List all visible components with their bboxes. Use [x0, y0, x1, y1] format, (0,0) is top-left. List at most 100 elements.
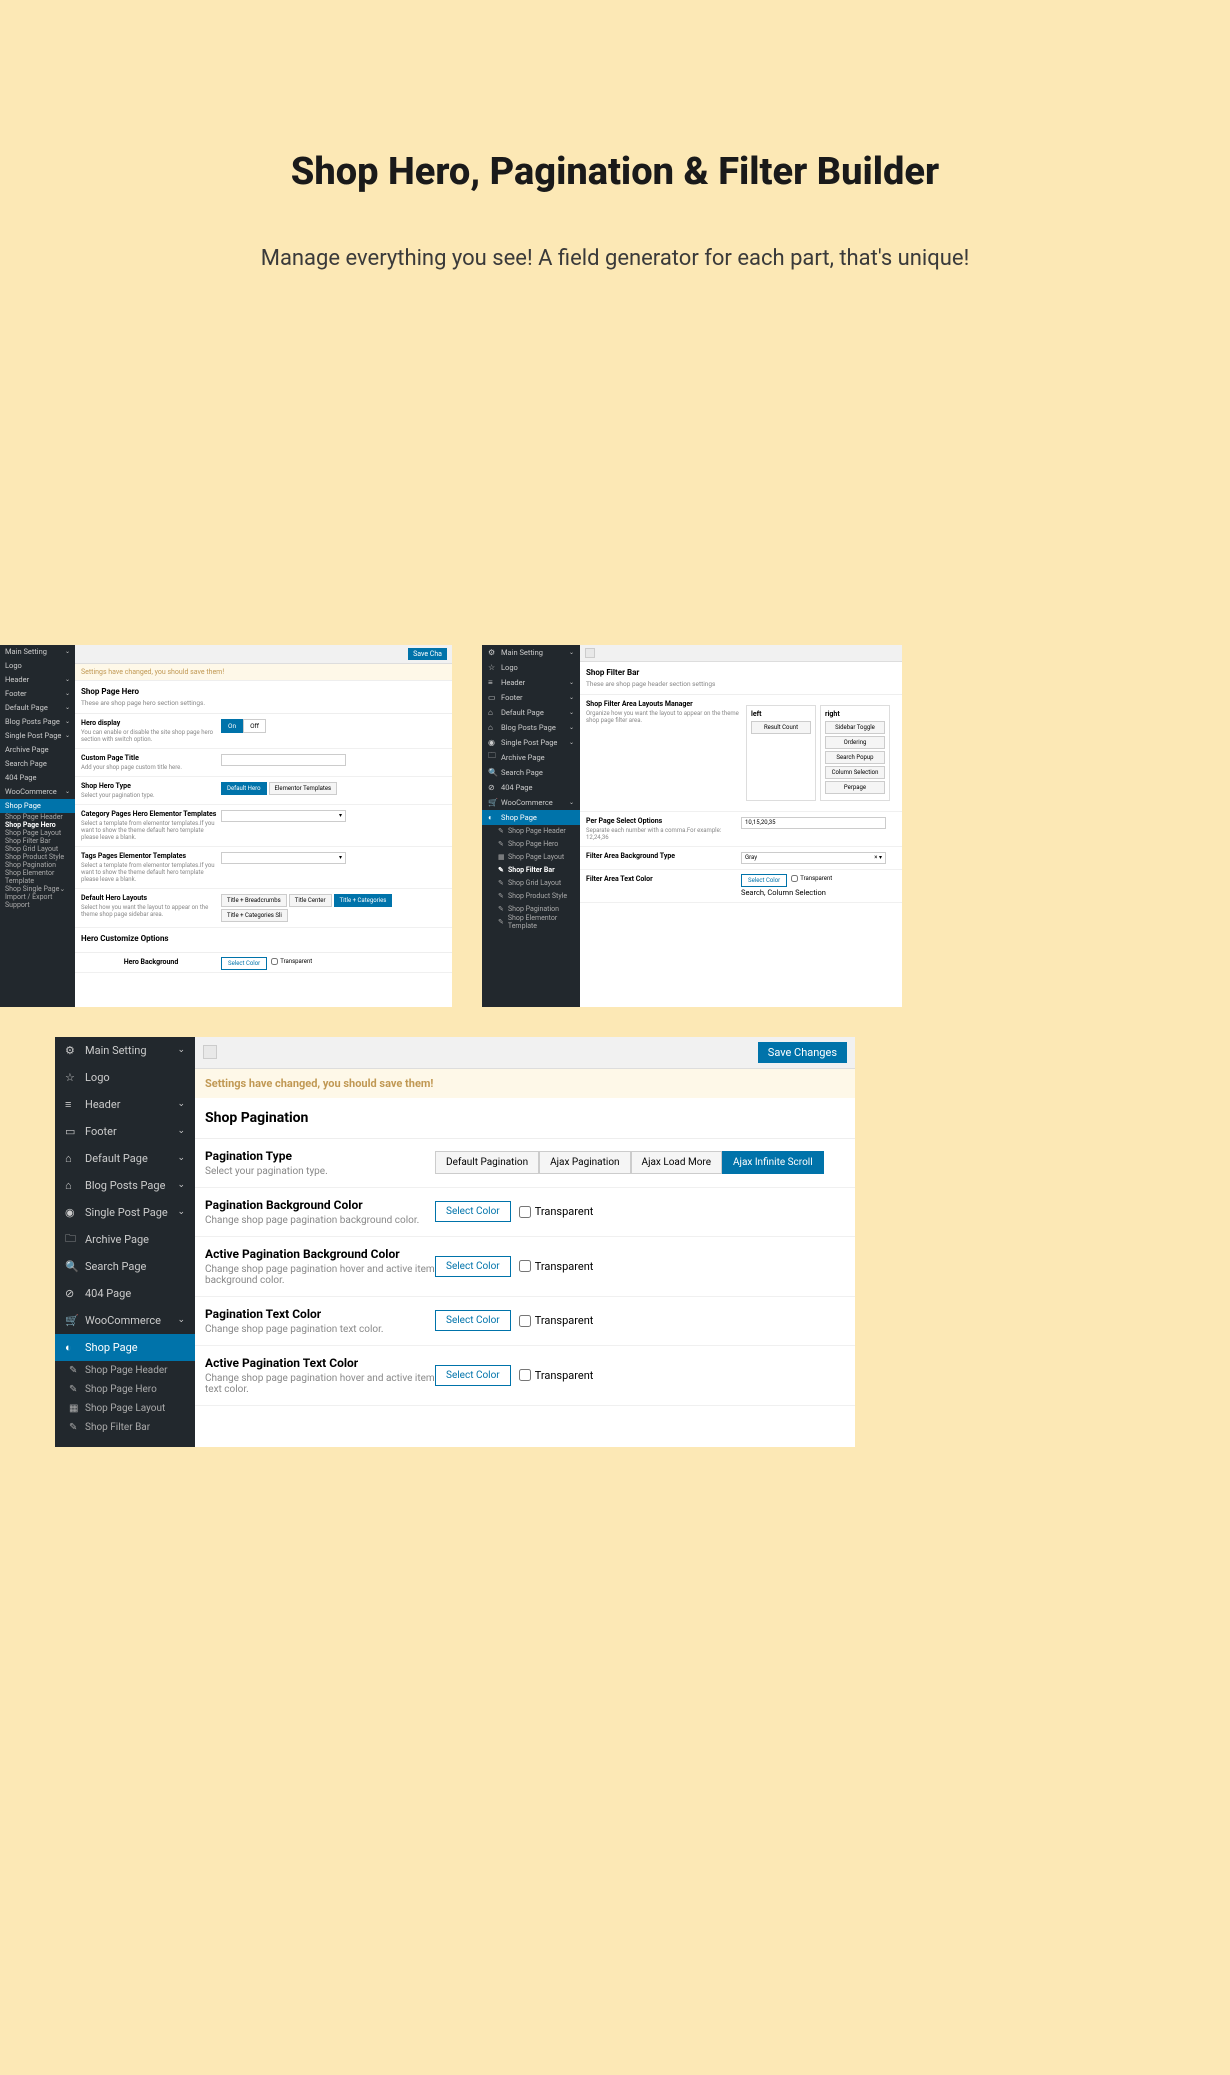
select-color-button[interactable]: Select Color — [435, 1201, 511, 1222]
section-title: Shop Filter Bar — [586, 668, 896, 677]
sidebar-item-blog-posts-page[interactable]: ⌂Blog Posts Page⌄ — [482, 720, 580, 735]
sidebar-item-logo[interactable]: ☆Logo — [55, 1064, 195, 1091]
sidebar-sub-shop-grid-layout[interactable]: ✎Shop Grid Layout — [482, 877, 580, 890]
sidebar-item-archive-page[interactable]: 🗀Archive Page — [55, 1226, 195, 1253]
chevron-down-icon: ⌄ — [569, 799, 574, 806]
transparent-checkbox[interactable] — [519, 1369, 531, 1381]
sidebar-item-footer[interactable]: ▭Footer⌄ — [55, 1118, 195, 1145]
sidebar-item-blog-posts-page[interactable]: ⌂Blog Posts Page⌄ — [55, 1172, 195, 1199]
sidebar-item-single-post-page[interactable]: ◉Single Post Page⌄ — [55, 1199, 195, 1226]
sidebar-item-shop-page[interactable]: ◐Shop Page — [482, 810, 580, 825]
sidebar-item-single-post-page[interactable]: Single Post Page⌄ — [0, 729, 75, 743]
sidebar-item-header[interactable]: Header⌄ — [0, 673, 75, 687]
sidebar-sub-label: Support — [5, 901, 30, 909]
sidebar-item-footer[interactable]: Footer⌄ — [0, 687, 75, 701]
sidebar-label: 404 Page — [501, 783, 574, 792]
sidebar-item-default-page[interactable]: ⌂Default Page⌄ — [55, 1145, 195, 1172]
hero-layout-tabs[interactable]: Title + BreadcrumbsTitle CenterTitle + C… — [221, 894, 446, 922]
sidebar-sub-shop-page-hero[interactable]: ✎Shop Page Hero — [482, 838, 580, 851]
sidebar-item-default-page[interactable]: ⌂Default Page⌄ — [482, 705, 580, 720]
sidebar-sub-shop-page-layout[interactable]: ▦Shop Page Layout — [482, 851, 580, 864]
select-color-button[interactable]: Select Color — [435, 1310, 511, 1331]
sidebar-item-footer[interactable]: ▭Footer⌄ — [482, 690, 580, 705]
sidebar-label: Logo — [501, 663, 574, 672]
transparent-checkbox[interactable] — [519, 1206, 531, 1218]
layout-item[interactable]: Column Selection — [825, 766, 885, 779]
sidebar-item-archive-page[interactable]: Archive Page — [0, 743, 75, 757]
custom-title-input[interactable] — [221, 754, 346, 766]
bgtype-select[interactable]: Gray× ▾ — [741, 852, 886, 864]
pagination-type-tabs[interactable]: Default PaginationAjax PaginationAjax Lo… — [435, 1151, 824, 1174]
sidebar-item-404-page[interactable]: ⊘404 Page — [482, 780, 580, 795]
sidebar-item-blog-posts-page[interactable]: Blog Posts Page⌄ — [0, 715, 75, 729]
menu-icon: ⚙ — [488, 648, 496, 657]
sidebar-item-default-page[interactable]: Default Page⌄ — [0, 701, 75, 715]
sidebar-item-archive-page[interactable]: 🗀Archive Page — [482, 750, 580, 765]
transparent-checkbox[interactable] — [791, 875, 798, 882]
sidebar-sub-shop-elementor-template[interactable]: ✎Shop Elementor Template — [482, 916, 580, 929]
sidebar-sub-support[interactable]: Support — [0, 901, 75, 909]
layout-item[interactable]: Perpage — [825, 781, 885, 794]
sidebar-item-single-post-page[interactable]: ◉Single Post Page⌄ — [482, 735, 580, 750]
save-button[interactable]: Save Cha — [408, 648, 447, 660]
sidebar-sub-shop-page-header[interactable]: ✎Shop Page Header — [55, 1361, 195, 1380]
select-color-button[interactable]: Select Color — [435, 1256, 511, 1277]
sidebar-sub-shop-page-header[interactable]: ✎Shop Page Header — [482, 825, 580, 838]
sidebar-sub-shop-page-layout[interactable]: Shop Page Layout — [0, 829, 75, 837]
sidebar-item-404-page[interactable]: 404 Page — [0, 771, 75, 785]
perpage-input[interactable] — [741, 817, 886, 829]
sidebar-item-woocommerce[interactable]: WooCommerce⌄ — [0, 785, 75, 799]
sidebar-sub-shop-product-style[interactable]: Shop Product Style — [0, 853, 75, 861]
sidebar-item-search-page[interactable]: 🔍Search Page — [55, 1253, 195, 1280]
save-button[interactable]: Save Changes — [758, 1042, 847, 1063]
category-template-select[interactable]: ▾ — [221, 810, 346, 822]
sidebar-item-main-setting[interactable]: ⚙Main Setting⌄ — [482, 645, 580, 660]
hero-type-tabs[interactable]: Default HeroElementor Templates — [221, 782, 446, 795]
tag-template-select[interactable]: ▾ — [221, 852, 346, 864]
sidebar-item-shop-page[interactable]: Shop Page — [0, 799, 75, 813]
layout-item[interactable]: Ordering — [825, 736, 885, 749]
transparent-checkbox[interactable] — [271, 958, 278, 965]
sidebar-sub-shop-page-hero[interactable]: ✎Shop Page Hero — [55, 1380, 195, 1399]
sidebar-item-logo[interactable]: ☆Logo — [482, 660, 580, 675]
chevron-down-icon: ⌄ — [177, 1315, 185, 1325]
field-desc: Separate each number with a comma.For ex… — [586, 827, 741, 841]
sidebar-item-header[interactable]: ≡Header⌄ — [55, 1091, 195, 1118]
transparent-checkbox[interactable] — [519, 1260, 531, 1272]
sidebar: ⚙Main Setting⌄☆Logo≡Header⌄▭Footer⌄⌂Defa… — [482, 645, 580, 1007]
sidebar-sub-shop-grid-layout[interactable]: Shop Grid Layout — [0, 845, 75, 853]
sidebar-item-shop-page[interactable]: ◐Shop Page — [55, 1334, 195, 1361]
sidebar-sub-shop-pagination[interactable]: Shop Pagination — [0, 861, 75, 869]
sidebar-item-header[interactable]: ≡Header⌄ — [482, 675, 580, 690]
sidebar-item-logo[interactable]: Logo — [0, 659, 75, 673]
menu-icon: ◉ — [488, 738, 496, 747]
sidebar-sub-shop-page-header[interactable]: Shop Page Header — [0, 813, 75, 821]
sidebar-item-woocommerce[interactable]: 🛒WooCommerce⌄ — [55, 1307, 195, 1334]
transparent-checkbox[interactable] — [519, 1315, 531, 1327]
sidebar-item-404-page[interactable]: ⊘404 Page — [55, 1280, 195, 1307]
sidebar-item-main-setting[interactable]: ⚙Main Setting⌄ — [55, 1037, 195, 1064]
hero-display-toggle[interactable]: OnOff — [221, 719, 266, 733]
sidebar-sub-shop-product-style[interactable]: ✎Shop Product Style — [482, 890, 580, 903]
layout-item[interactable]: Sidebar Toggle — [825, 721, 885, 734]
toolbar-icon[interactable] — [585, 648, 595, 658]
layout-item[interactable]: Search Popup — [825, 751, 885, 764]
sidebar-sub-shop-page-layout[interactable]: ▦Shop Page Layout — [55, 1399, 195, 1418]
toolbar-icon[interactable] — [203, 1045, 217, 1059]
sidebar-item-search-page[interactable]: 🔍Search Page — [482, 765, 580, 780]
layout-item[interactable]: Result Count — [751, 721, 811, 734]
sidebar-item-woocommerce[interactable]: 🛒WooCommerce⌄ — [482, 795, 580, 810]
chevron-down-icon: ⌄ — [65, 648, 70, 655]
sidebar-item-main-setting[interactable]: Main Setting⌄ — [0, 645, 75, 659]
sidebar-sub-shop-page-hero[interactable]: Shop Page Hero — [0, 821, 75, 829]
sidebar-item-search-page[interactable]: Search Page — [0, 757, 75, 771]
select-color-button[interactable]: Select Color — [435, 1365, 511, 1386]
sidebar-sub-shop-filter-bar[interactable]: ✎Shop Filter Bar — [55, 1418, 195, 1437]
sidebar-sub-import-export[interactable]: Import / Export — [0, 893, 75, 901]
sidebar-sub-shop-single-page[interactable]: Shop Single Page⌄ — [0, 885, 75, 893]
select-color-button[interactable]: Select Color — [221, 957, 267, 970]
sidebar-sub-shop-filter-bar[interactable]: ✎Shop Filter Bar — [482, 864, 580, 877]
sidebar-sub-shop-elementor-template[interactable]: Shop Elementor Template — [0, 869, 75, 885]
sidebar-sub-shop-filter-bar[interactable]: Shop Filter Bar — [0, 837, 75, 845]
select-color-button[interactable]: Select Color — [741, 874, 787, 887]
